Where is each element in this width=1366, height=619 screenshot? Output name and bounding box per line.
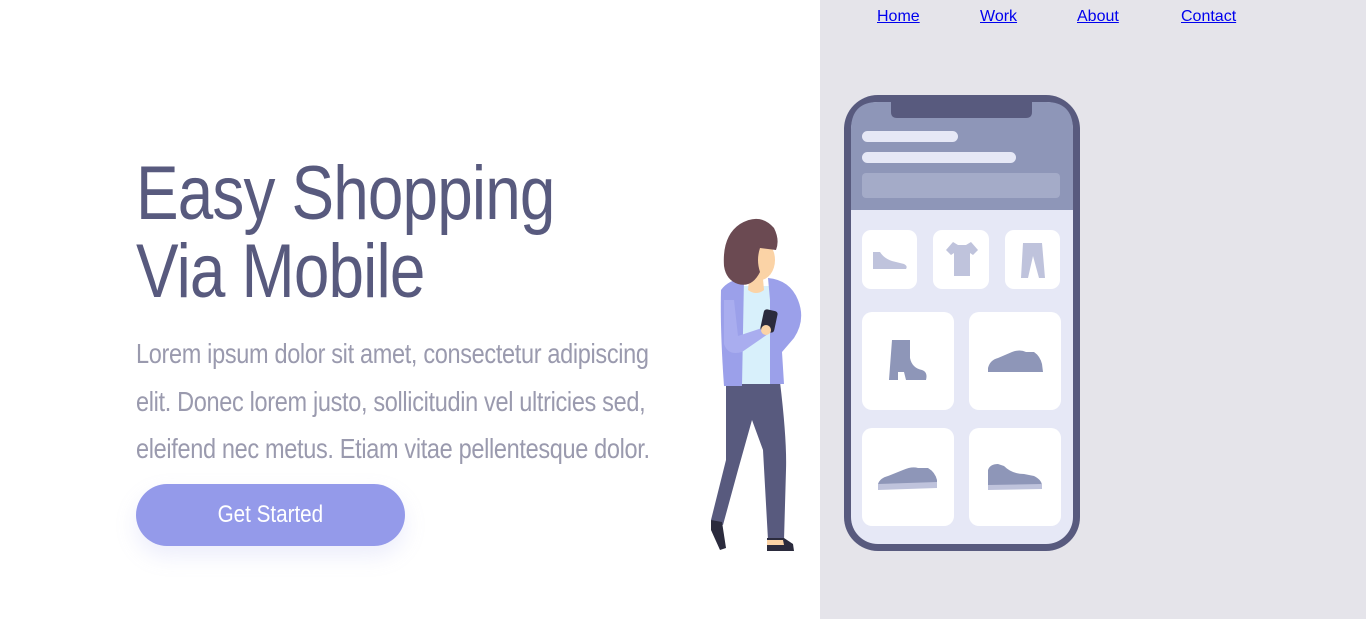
hero-illustration — [711, 95, 1080, 551]
phone-illustration — [844, 95, 1080, 551]
woman-with-phone-illustration — [711, 218, 802, 551]
